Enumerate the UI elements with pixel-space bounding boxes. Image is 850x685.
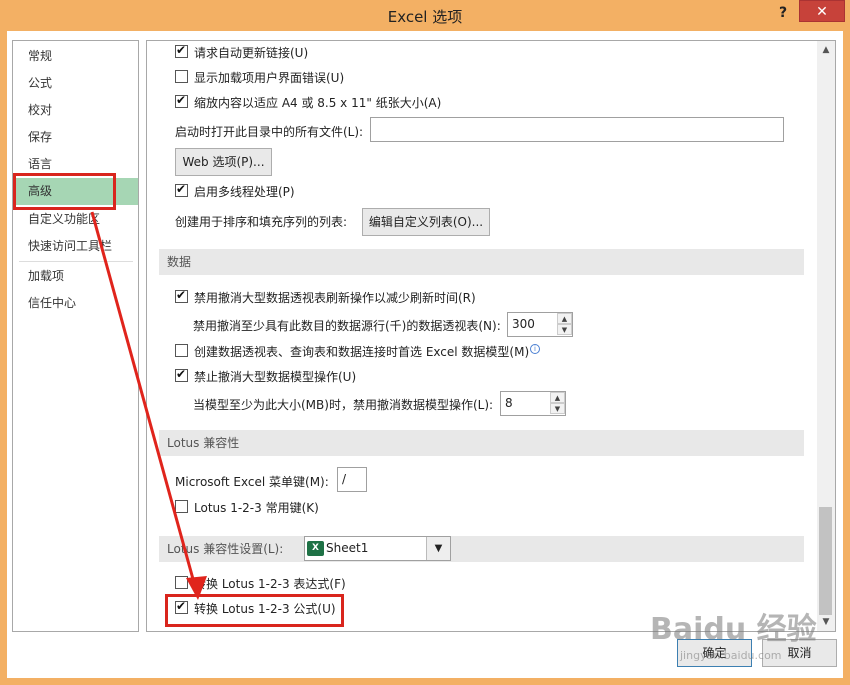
label-pivot-rows: 禁用撤消至少具有此数目的数据源行(千)的数据透视表(N): [193,319,501,333]
label-menu-key: Microsoft Excel 菜单键(M): [175,475,329,489]
sidebar-item-formulas[interactable]: 公式 [14,70,138,97]
checkbox-prefer-data-model[interactable] [175,344,188,357]
edit-custom-lists-button[interactable]: 编辑自定义列表(O)... [362,208,490,236]
sidebar-item-save[interactable]: 保存 [14,124,138,151]
sheet-dropdown-value: Sheet1 [326,541,369,555]
highlight-box-advanced [13,173,116,210]
startup-folder-input[interactable] [370,117,784,142]
checkbox-request-update-links[interactable] [175,43,188,58]
highlight-box-formula-entry [165,594,344,627]
chevron-down-icon[interactable]: ▼ [426,537,450,560]
spin-down-arrow-icon[interactable]: ▼ [550,403,565,414]
watermark-url: jingyan.baidu.com [680,649,782,662]
menu-key-input[interactable]: / [337,467,367,492]
sidebar-item-trust-center[interactable]: 信任中心 [14,290,138,317]
excel-sheet-icon: X [307,541,324,556]
label-startup-open: 启动时打开此目录中的所有文件(L): [175,125,364,139]
section-header-lotus: Lotus 兼容性 [159,430,804,456]
label-transition-formula-eval: 转换 Lotus 1-2-3 表达式(F) [194,577,346,591]
label-lotus-nav-keys: Lotus 1-2-3 常用键(K) [194,501,319,515]
window-title: Excel 选项 [387,8,463,26]
web-options-button[interactable]: Web 选项(P)... [175,148,272,176]
model-size-value: 8 [505,396,513,410]
checkbox-disable-undo-pivot[interactable] [175,288,188,303]
label-custom-lists: 创建用于排序和填充序列的列表: [175,215,348,229]
label-scale-content: 缩放内容以适应 A4 或 8.5 x 11" 纸张大小(A) [194,96,442,110]
checkbox-show-addin-errors[interactable] [175,70,188,83]
sidebar-item-general[interactable]: 常规 [14,43,138,70]
spin-up-arrow-icon[interactable]: ▲ [557,313,572,324]
sidebar-item-proofing[interactable]: 校对 [14,97,138,124]
checkbox-transition-formula-eval[interactable] [175,576,188,589]
label-show-addin-errors: 显示加载项用户界面错误(U) [194,71,345,85]
sidebar-separator [19,261,133,262]
checkbox-scale-content[interactable] [175,93,188,108]
sidebar-item-customize-ribbon[interactable]: 自定义功能区 [14,206,138,233]
sidebar-item-quick-access-toolbar[interactable]: 快速访问工具栏 [14,233,138,260]
watermark: Baidu 经验 [650,612,817,647]
title-bar: Excel 选项 ? ✕ [0,0,850,32]
label-disable-undo-model: 禁止撤消大型数据模型操作(U) [194,370,357,384]
content-scrollbar[interactable]: ▲ ▼ [817,41,835,631]
label-disable-undo-pivot: 禁用撤消大型数据透视表刷新操作以减少刷新时间(R) [194,291,476,305]
checkbox-disable-undo-model[interactable] [175,367,188,382]
checkbox-multithread[interactable] [175,182,188,197]
pivot-rows-value: 300 [512,317,535,331]
scroll-up-arrow-icon[interactable]: ▲ [817,41,835,59]
spin-down-arrow-icon[interactable]: ▼ [557,324,572,335]
help-button[interactable]: ? [770,2,796,24]
label-request-update-links: 请求自动更新链接(U) [194,46,309,60]
label-prefer-data-model: 创建数据透视表、查询表和数据连接时首选 Excel 数据模型(M) [194,345,530,359]
label-lotus-settings: Lotus 兼容性设置(L): [167,542,284,556]
scroll-down-arrow-icon[interactable]: ▼ [817,613,835,631]
close-button[interactable]: ✕ [799,0,845,22]
checkbox-lotus-nav-keys[interactable] [175,500,188,513]
spin-up-arrow-icon[interactable]: ▲ [550,392,565,403]
scrollbar-thumb[interactable] [819,507,832,615]
section-header-data: 数据 [159,249,804,275]
label-model-size: 当模型至少为此大小(MB)时，禁用撤消数据模型操作(L): [193,398,494,412]
sidebar-item-addins[interactable]: 加载项 [14,263,138,290]
sidebar: 常规 公式 校对 保存 语言 高级 自定义功能区 快速访问工具栏 加载项 信任中… [12,40,139,632]
info-icon[interactable]: i [530,344,540,354]
label-multithread: 启用多线程处理(P) [194,185,295,199]
section-header-lotus-settings: Lotus 兼容性设置(L): [159,536,804,562]
sheet-dropdown[interactable]: X Sheet1 ▼ [304,536,451,561]
